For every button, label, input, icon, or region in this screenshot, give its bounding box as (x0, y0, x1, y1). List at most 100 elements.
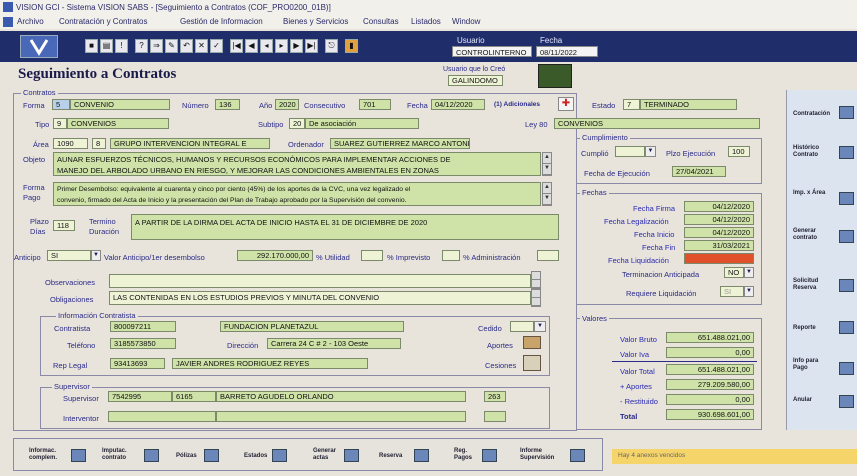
interventor-extra-field[interactable] (484, 411, 506, 422)
gran-total-field[interactable]: 930.698.601,00 (666, 409, 754, 420)
menu-window[interactable]: Window (452, 17, 480, 26)
interventor-id-field[interactable] (108, 411, 216, 422)
anticipo-select[interactable]: SI (47, 250, 91, 261)
aportes-valor-field[interactable]: 279.209.580,00 (666, 379, 754, 390)
print-icon[interactable]: ▤ (100, 39, 113, 53)
anio-field[interactable]: 2020 (275, 99, 299, 110)
solicitud-reserva-action[interactable]: Solicitud Reserva (793, 278, 833, 292)
terminacion-dropdown-icon[interactable]: ▼ (744, 267, 754, 278)
info-pago-icon[interactable] (839, 362, 854, 375)
generar-contrato-icon[interactable] (839, 230, 854, 243)
anular-icon[interactable] (839, 395, 854, 408)
requiere-dropdown-icon[interactable]: ▼ (744, 286, 754, 297)
cedido-select[interactable] (510, 321, 534, 332)
area-sub-field[interactable]: 8 (92, 138, 106, 149)
fecha-ejecucion-field[interactable]: 27/04/2021 (672, 166, 726, 177)
imprevisto-field[interactable] (442, 250, 460, 261)
subtipo-code-field[interactable]: 20 (289, 118, 305, 129)
save-icon[interactable]: ■ (85, 39, 98, 53)
interventor-nombre-field[interactable] (216, 411, 466, 422)
contratista-nombre-field[interactable]: FUNDACION PLANETAZUL (220, 321, 404, 332)
requiere-liquidacion-select[interactable]: SI (720, 286, 744, 297)
plazo-field[interactable]: 118 (53, 220, 75, 231)
imputac-contrato-icon[interactable] (144, 449, 159, 462)
ordenador-field[interactable]: SUAREZ GUTIERREZ MARCO ANTONIO (330, 138, 470, 149)
tipo-field[interactable]: CONVENIOS (67, 118, 169, 129)
info-icon[interactable]: ! (115, 39, 128, 53)
valor-iva-field[interactable]: 0,00 (666, 347, 754, 358)
prev-page-icon[interactable]: ◀ (245, 39, 258, 53)
cumplio-dropdown-icon[interactable]: ▼ (645, 146, 656, 157)
historico-icon[interactable] (839, 146, 854, 159)
informe-supervision-icon[interactable] (570, 449, 585, 462)
reporte-action[interactable]: Reporte (793, 325, 833, 332)
copy-icon[interactable]: ⇒ (150, 39, 163, 53)
fecha-contrato-field[interactable]: 04/12/2020 (431, 99, 485, 110)
valor-total-field[interactable]: 651.488.021,00 (666, 364, 754, 375)
obligaciones-field[interactable]: LAS CONTENIDAS EN LOS ESTUDIOS PREVIOS Y… (109, 291, 531, 305)
restituido-field[interactable]: 0,00 (666, 394, 754, 405)
fecha-liquidacion-field[interactable] (684, 253, 754, 264)
polizas-button[interactable]: Pólizas (176, 453, 197, 460)
fecha-legalizacion-field[interactable]: 04/12/2020 (684, 214, 754, 225)
forma-pago-field[interactable]: Primer Desembolso: equivalente al cuaren… (53, 182, 541, 206)
edit-icon[interactable]: ✎ (165, 39, 178, 53)
menu-consultas[interactable]: Consultas (363, 17, 399, 26)
termino-field[interactable]: A PARTIR DE LA DIRMA DEL ACTA DE INICIO … (131, 214, 559, 240)
prev-record-icon[interactable]: ◂ (260, 39, 273, 53)
reg-pagos-button[interactable]: Reg. Pagos (454, 448, 480, 462)
fecha-firma-field[interactable]: 04/12/2020 (684, 201, 754, 212)
aportes-button[interactable] (523, 336, 541, 349)
menu-contratacion[interactable]: Contratación y Contratos (59, 17, 148, 26)
polizas-icon[interactable] (204, 449, 219, 462)
informac-complem-icon[interactable] (71, 449, 86, 462)
area-field[interactable]: GRUPO INTERVENCION INTEGRAL E (110, 138, 270, 149)
menu-listados[interactable]: Listados (411, 17, 441, 26)
historico-contrato-action[interactable]: Histórico Contrato (793, 145, 833, 159)
exit-icon[interactable]: ⎋ (325, 39, 338, 53)
direccion-field[interactable]: Carrera 24 C # 2 - 103 Oeste (267, 338, 401, 349)
consecutivo-field[interactable]: 701 (359, 99, 391, 110)
observaciones-scrollbar[interactable] (531, 271, 541, 289)
estados-button[interactable]: Estados (244, 453, 267, 460)
info-pago-action[interactable]: Info para Pago (793, 358, 833, 372)
menu-bienes[interactable]: Bienes y Servicios (283, 17, 348, 26)
objeto-scrollbar[interactable]: ▲ ▼ (542, 152, 552, 176)
forma-code-field[interactable]: 5 (52, 99, 70, 110)
cesiones-button[interactable] (523, 355, 541, 371)
cedido-dropdown-icon[interactable]: ▼ (534, 321, 546, 332)
tool-icon[interactable]: ✓ (210, 39, 223, 53)
next-page-icon[interactable]: ▶ (290, 39, 303, 53)
query-icon[interactable]: ? (135, 39, 148, 53)
forma-field[interactable]: CONVENIO (70, 99, 170, 110)
utilidad-field[interactable] (361, 250, 383, 261)
supervisor-code-field[interactable]: 6165 (172, 391, 216, 402)
first-record-icon[interactable]: |◀ (230, 39, 243, 53)
rep-legal-id-field[interactable]: 93413693 (110, 358, 165, 369)
generar-contrato-action[interactable]: Generar contrato (793, 228, 833, 242)
plazo-ejecucion-field[interactable]: 100 (728, 146, 750, 157)
supervisor-extra-field[interactable]: 263 (484, 391, 506, 402)
anticipo-dropdown-icon[interactable]: ▼ (91, 250, 101, 261)
cumplio-select[interactable] (615, 146, 645, 157)
numero-field[interactable]: 136 (215, 99, 240, 110)
terminacion-anticipada-select[interactable]: NO (724, 267, 744, 278)
contratista-nit-field[interactable]: 800097211 (110, 321, 176, 332)
fecha-fin-field[interactable]: 31/03/2021 (684, 240, 754, 251)
fecha-inicio-field[interactable]: 04/12/2020 (684, 227, 754, 238)
reporte-icon[interactable] (839, 321, 854, 334)
anular-action[interactable]: Anular (793, 397, 833, 404)
imp-area-action[interactable]: Imp. x Área (793, 190, 833, 197)
last-record-icon[interactable]: ▶| (305, 39, 318, 53)
next-record-icon[interactable]: ▸ (275, 39, 288, 53)
imp-area-icon[interactable] (839, 192, 854, 205)
area-code-field[interactable]: 1090 (53, 138, 88, 149)
informac-complem-button[interactable]: Informac. complem. (29, 448, 71, 462)
menu-archivo[interactable]: Archivo (17, 17, 44, 26)
adicionales-button[interactable]: ✚ (558, 97, 574, 111)
generar-actas-button[interactable]: Generar actas (313, 448, 341, 462)
contratacion-action[interactable]: Contratación (793, 111, 833, 118)
tipo-code-field[interactable]: 9 (53, 118, 67, 129)
reserva-button[interactable]: Reserva (379, 453, 402, 460)
objeto-field[interactable]: AUNAR ESFUERZOS TÉCNICOS, HUMANOS Y RECU… (53, 152, 541, 176)
